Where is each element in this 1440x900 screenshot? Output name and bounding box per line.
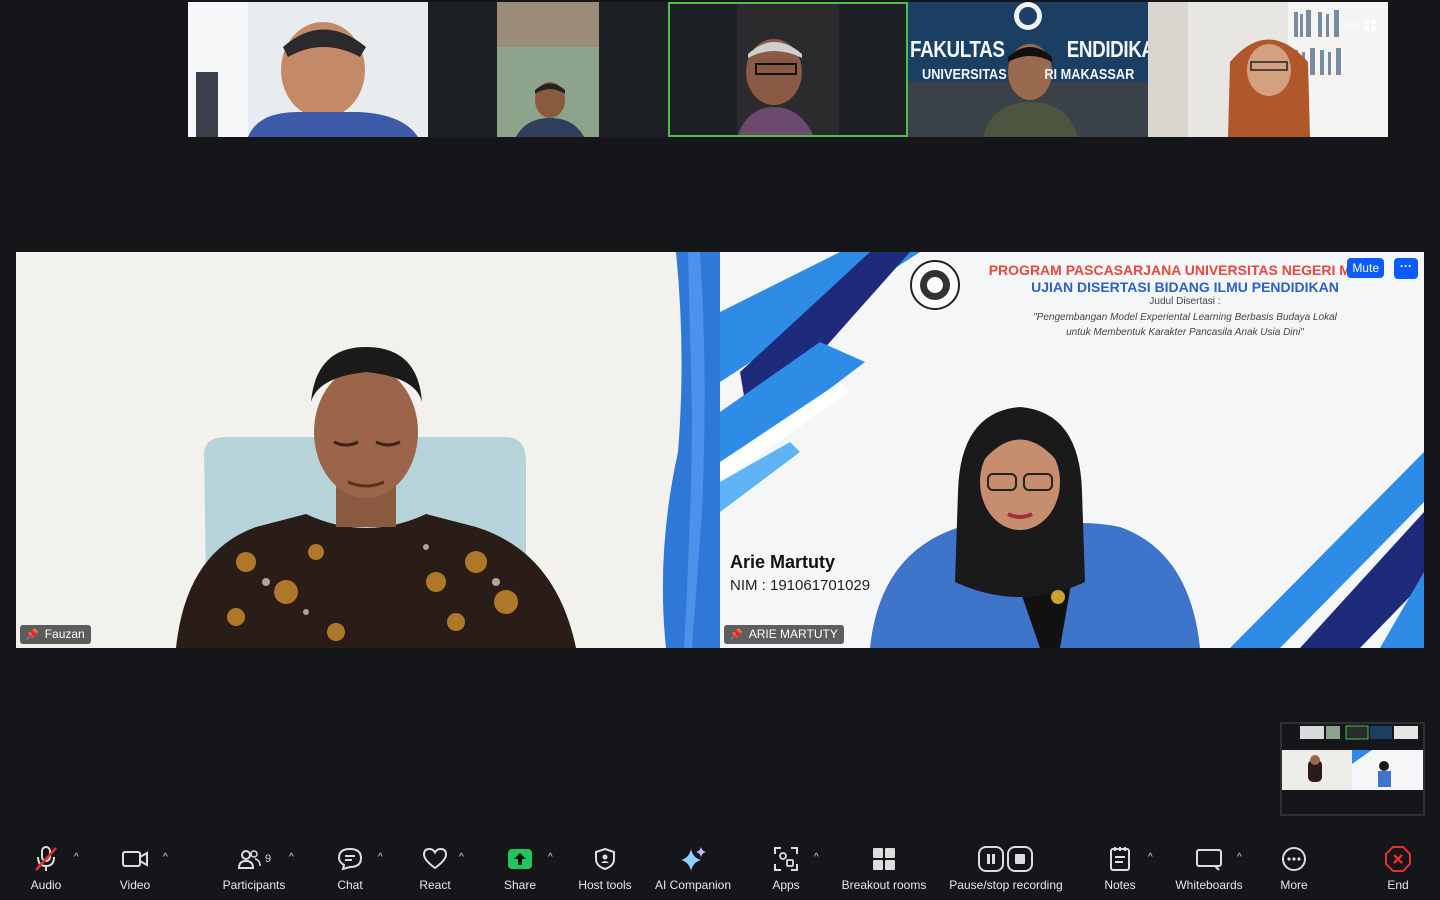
video-camera-icon [121,844,149,874]
fauzan-video-feed [16,252,720,648]
video-label: Video [119,878,151,892]
participant-tile-3-active-speaker[interactable] [668,2,908,137]
end-call-icon [1385,844,1411,874]
participants-icon [237,850,261,869]
participants-icon-wrap: 9 [237,844,271,874]
recording-label: Pause/stop recording [949,878,1063,892]
sparkle-icon [679,844,707,874]
react-options-caret[interactable]: ^ [459,852,464,863]
heart-icon [422,844,448,874]
participant-video-2 [428,2,668,137]
pin-icon: 📌 [729,628,743,641]
pause-stop-recording-button[interactable]: Pause/stop recording [941,844,1071,892]
backdrop-text-1: FAKULTAS ENDIDIKAN [910,36,1148,62]
apps-button[interactable]: Apps [736,844,836,892]
participant-name: Fauzan [44,627,85,641]
notes-button[interactable]: Notes [1070,844,1170,892]
whiteboard-icon [1195,844,1223,874]
participant-video-1 [188,2,428,137]
whiteboards-options-caret[interactable]: ^ [1237,852,1242,863]
participant-tile-1[interactable] [188,2,428,137]
audio-label: Audio [30,878,62,892]
notes-icon [1109,844,1131,874]
participant-tile-2[interactable] [428,2,668,137]
grid-view-icon [1364,19,1376,31]
video-arie-martuty[interactable]: PROGRAM PASCASARJANA UNIVERSITAS NEGERI … [720,252,1424,648]
share-options-caret[interactable]: ^ [548,852,553,863]
breakout-rooms-icon [872,844,896,874]
audio-options-caret[interactable]: ^ [74,852,79,863]
participant-name-tag: 📌 ARIE MARTUTY [724,625,844,644]
ai-companion-button[interactable]: AI Companion [643,844,743,892]
view-label: ew [1344,18,1360,32]
chat-bubble-icon [337,844,363,874]
meeting-controls-toolbar: Audio ^ Video ^ 9 Participants ^ Chat ^ … [0,836,1440,900]
chat-label: Chat [337,878,363,892]
video-fauzan[interactable]: 📌 Fauzan [16,252,720,648]
shield-icon [594,844,616,874]
participant-name-tag: 📌 Fauzan [20,625,91,644]
microphone-muted-icon [33,844,59,874]
slide-program-title: PROGRAM PASCASARJANA UNIVERSITAS NEGERI … [988,262,1382,278]
zoom-meeting-window: FAKULTAS ENDIDIKAN UNIVERSITAS RI MAKASS… [0,0,1440,900]
host-tools-label: Host tools [578,878,632,892]
whiteboards-label: Whiteboards [1175,878,1243,892]
notes-label: Notes [1104,878,1136,892]
participant-more-options-button[interactable]: ··· [1394,258,1418,279]
video-button[interactable]: Video [85,844,185,892]
self-view-preview [1282,724,1423,814]
slide-dissertation-line-1: "Pengembangan Model Experiental Learning… [1033,312,1337,323]
share-label: Share [503,878,537,892]
gallery-filmstrip: FAKULTAS ENDIDIKAN UNIVERSITAS RI MAKASS… [188,2,1388,137]
audio-button[interactable]: Audio [0,844,96,892]
participant-tile-4[interactable]: FAKULTAS ENDIDIKAN UNIVERSITAS RI MAKASS… [908,2,1148,137]
participants-label: Participants [222,878,286,892]
end-meeting-button[interactable]: End [1348,844,1440,892]
self-view-thumbnail[interactable] [1280,722,1425,816]
slide-judul-label: Judul Disertasi : [1149,296,1221,307]
notes-options-caret[interactable]: ^ [1148,852,1153,863]
apps-label: Apps [772,878,800,892]
more-label: More [1280,878,1308,892]
view-button[interactable]: ew [1345,18,1376,32]
apps-icon [773,844,799,874]
slide-presenter-nim: NIM : 191061701029 [730,577,871,594]
slide-dissertation-title: "Pengembangan Model Experiental Learning… [970,310,1400,340]
slide-dissertation-line-2: untuk Membentuk Karakter Pancasila Anak … [1066,327,1304,338]
participant-tile-5[interactable]: ew [1148,2,1388,137]
breakout-rooms-label: Breakout rooms [841,878,927,892]
speaker-view: 📌 Fauzan PROGRAM PASCASARJANA UNIVERSITA… [16,252,1424,648]
video-options-caret[interactable]: ^ [163,852,168,863]
participant-video-3 [668,2,908,137]
mute-participant-button[interactable]: Mute [1347,258,1384,278]
backdrop-text-2: UNIVERSITAS RI MAKASSAR [922,66,1135,83]
participant-name: ARIE MARTUTY [748,627,838,641]
more-button[interactable]: More [1244,844,1344,892]
apps-options-caret[interactable]: ^ [814,852,819,863]
participants-count-badge: 9 [264,853,272,865]
more-dots-icon [1281,844,1307,874]
slide-exam-title: UJIAN DISERTASI BIDANG ILMU PENDIDIKAN [1031,279,1339,295]
pin-icon: 📌 [25,628,39,641]
end-label: End [1387,878,1409,892]
share-arrow-icon [507,844,533,874]
recording-controls-icon [978,844,1034,874]
slide-presenter-name: Arie Martuty [730,552,836,572]
participants-options-caret[interactable]: ^ [289,852,294,863]
breakout-rooms-button[interactable]: Breakout rooms [834,844,934,892]
slide-header: PROGRAM PASCASARJANA UNIVERSITAS NEGERI … [970,262,1400,340]
host-tools-button[interactable]: Host tools [555,844,655,892]
react-label: React [419,878,451,892]
ai-companion-label: AI Companion [654,878,732,892]
chat-options-caret[interactable]: ^ [378,852,383,863]
